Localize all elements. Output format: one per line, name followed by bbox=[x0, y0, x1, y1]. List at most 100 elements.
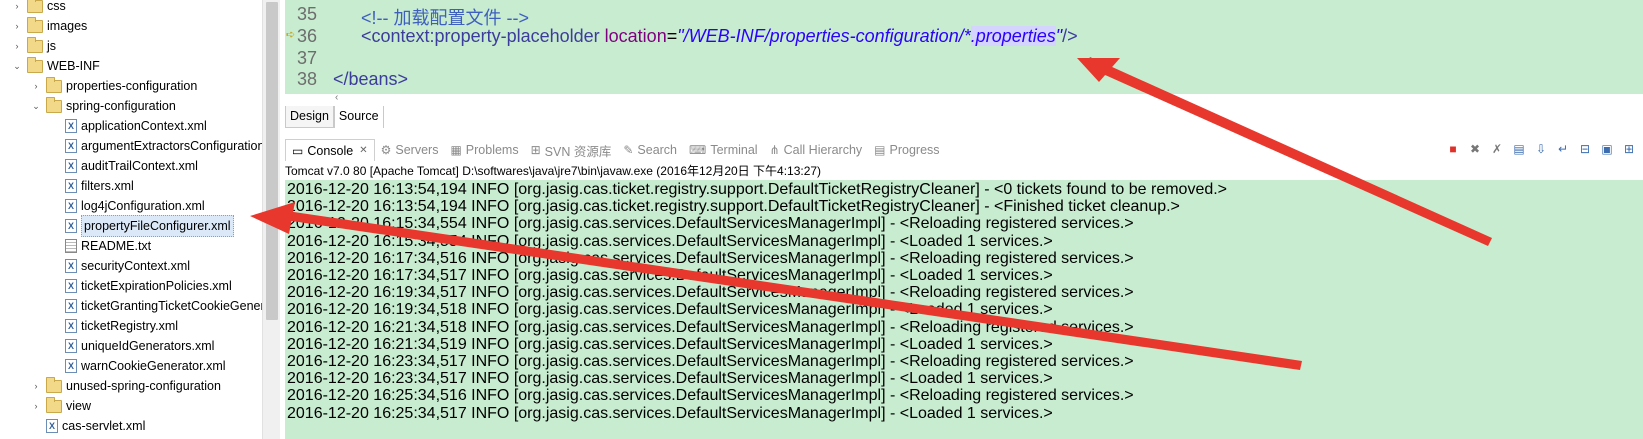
tree-file-item[interactable]: Xfilters.xml bbox=[48, 176, 134, 196]
tab-problems[interactable]: ▦ Problems bbox=[444, 139, 524, 161]
console-output[interactable]: 2016-12-20 16:13:54,194 INFO [org.jasig.… bbox=[285, 180, 1643, 439]
console-log-line: 2016-12-20 16:13:54,194 INFO [org.jasig.… bbox=[287, 198, 1180, 216]
tree-file-item[interactable]: Xlog4jConfiguration.xml bbox=[48, 196, 205, 216]
tree-item-label: propertyFileConfigurer.xml bbox=[81, 215, 234, 237]
console-log-line: 2016-12-20 16:23:34,517 INFO [org.jasig.… bbox=[287, 370, 1053, 388]
chevron-right-icon[interactable]: › bbox=[10, 16, 24, 36]
xml-file-icon: X bbox=[65, 159, 77, 173]
tree-folder-item[interactable]: › unused-spring-configuration bbox=[29, 376, 221, 396]
display-console-icon[interactable]: ▣ bbox=[1599, 141, 1615, 157]
clear-console-icon[interactable]: ▤ bbox=[1511, 141, 1527, 157]
tree-folder-item[interactable]: › css bbox=[10, 0, 66, 16]
xml-file-icon: X bbox=[65, 339, 77, 353]
line-number: 36 bbox=[297, 26, 318, 46]
scroll-left-icon[interactable]: ‹ bbox=[335, 92, 338, 103]
tree-file-item[interactable]: README.txt bbox=[48, 236, 151, 256]
tree-item-label: properties-configuration bbox=[66, 79, 198, 93]
close-icon[interactable]: ✕ bbox=[359, 145, 367, 156]
chevron-down-icon[interactable]: ⌄ bbox=[10, 56, 24, 76]
console-log-line: 2016-12-20 16:15:34,554 INFO [org.jasig.… bbox=[287, 232, 1053, 250]
tree-folder-item[interactable]: ⌄ WEB-INF bbox=[10, 56, 100, 76]
xml-file-icon: X bbox=[65, 299, 77, 313]
tree-item-label: filters.xml bbox=[81, 179, 134, 193]
progress-icon: ▤ bbox=[874, 143, 886, 157]
tree-scrollbar[interactable] bbox=[262, 0, 280, 439]
tree-file-item[interactable]: XticketRegistry.xml bbox=[48, 316, 178, 336]
console-icon: ▭ bbox=[292, 143, 304, 158]
xml-source-editor[interactable]: ➪ 35 <!-- 加载配置文件 --> 36 <context:propert… bbox=[285, 0, 1643, 94]
tree-file-item[interactable]: XpropertyFileConfigurer.xml bbox=[48, 215, 234, 237]
console-log-line: 2016-12-20 16:17:34,516 INFO [org.jasig.… bbox=[287, 249, 1134, 267]
tree-item-label: css bbox=[47, 0, 66, 13]
tab-source[interactable]: Source bbox=[333, 106, 384, 128]
console-log-line: 2016-12-20 16:25:34,517 INFO [org.jasig.… bbox=[287, 404, 1053, 422]
tree-folder-item[interactable]: › js bbox=[10, 36, 56, 56]
tree-item-label: ticketGrantingTicketCookieGenerator.xml bbox=[81, 299, 280, 313]
tree-folder-item[interactable]: › images bbox=[10, 16, 87, 36]
console-log-line: 2016-12-20 16:19:34,518 INFO [org.jasig.… bbox=[287, 301, 1053, 319]
tree-item-label: ticketExpirationPolicies.xml bbox=[81, 279, 232, 293]
folder-icon bbox=[46, 76, 62, 93]
view-tab-bar: ▭ Console ✕ ⚙ Servers ▦ Problems ⊞ SVN 资源库 ✎ S… bbox=[285, 139, 1643, 161]
tree-file-item[interactable]: XuniqueIdGenerators.xml bbox=[48, 336, 214, 356]
tree-item-label: log4jConfiguration.xml bbox=[81, 199, 205, 213]
tree-item-label: js bbox=[47, 39, 57, 53]
tab-terminal[interactable]: ⌨ Terminal bbox=[683, 139, 764, 161]
tree-file-item[interactable]: XwarnCookieGenerator.xml bbox=[48, 356, 226, 376]
tab-label: Servers bbox=[395, 143, 439, 157]
tab-call-hierarchy[interactable]: ⋔ Call Hierarchy bbox=[764, 139, 869, 161]
tree-item-label: ticketRegistry.xml bbox=[81, 319, 179, 333]
code-eq: = bbox=[666, 26, 678, 46]
folder-icon bbox=[27, 16, 43, 33]
tree-scrollbar-thumb[interactable] bbox=[266, 2, 278, 320]
tree-file-item[interactable]: XapplicationContext.xml bbox=[48, 116, 207, 136]
tab-progress[interactable]: ▤ Progress bbox=[868, 139, 945, 161]
tree-file-item[interactable]: XauditTrailContext.xml bbox=[48, 156, 198, 176]
xml-file-icon: X bbox=[65, 199, 77, 213]
tree-folder-item[interactable]: ⌄ spring-configuration bbox=[29, 96, 176, 116]
tab-servers[interactable]: ⚙ Servers bbox=[375, 139, 445, 161]
bookmark-arrow-icon: ➪ bbox=[286, 29, 296, 41]
code-tag: <context:property-placeholder bbox=[361, 26, 605, 46]
chevron-right-icon[interactable]: › bbox=[10, 0, 24, 16]
line-number: 35 bbox=[297, 4, 318, 24]
terminate-icon[interactable]: ■ bbox=[1445, 141, 1461, 157]
xml-file-icon: X bbox=[46, 419, 58, 433]
chevron-right-icon[interactable]: › bbox=[29, 76, 43, 96]
tab-svn[interactable]: ⊞ SVN 资源库 bbox=[525, 139, 618, 161]
chevron-down-icon[interactable]: ⌄ bbox=[29, 96, 43, 116]
scroll-lock-icon[interactable]: ⇩ bbox=[1533, 141, 1549, 157]
tab-label: Search bbox=[637, 143, 678, 157]
code-value-highlight: .properties bbox=[970, 26, 1056, 46]
tree-file-item[interactable]: XsecurityContext.xml bbox=[48, 256, 190, 276]
tab-search[interactable]: ✎ Search bbox=[617, 139, 683, 161]
tree-item-label: unused-spring-configuration bbox=[66, 379, 221, 393]
console-log-line: 2016-12-20 16:19:34,517 INFO [org.jasig.… bbox=[287, 284, 1134, 302]
console-log-line: 2016-12-20 16:21:34,518 INFO [org.jasig.… bbox=[287, 318, 1134, 336]
new-console-icon[interactable]: ⊞ bbox=[1621, 141, 1637, 157]
tab-console[interactable]: ▭ Console ✕ bbox=[285, 139, 375, 161]
tree-file-item[interactable]: XticketGrantingTicketCookieGenerator.xml bbox=[48, 296, 280, 316]
tree-file-item[interactable]: Xcas-servlet.xml bbox=[29, 416, 145, 436]
tree-file-item[interactable]: XargumentExtractorsConfiguration.xml bbox=[48, 136, 280, 156]
tree-item-label: cas-servlet.xml bbox=[62, 419, 146, 433]
folder-icon bbox=[46, 396, 62, 413]
tab-label: Terminal bbox=[710, 143, 758, 157]
folder-icon bbox=[46, 376, 62, 393]
tree-item-label: securityContext.xml bbox=[81, 259, 191, 273]
xml-file-icon: X bbox=[65, 259, 77, 273]
tree-item-label: view bbox=[66, 399, 92, 413]
chevron-right-icon[interactable]: › bbox=[10, 36, 24, 56]
tree-file-item[interactable]: XticketExpirationPolicies.xml bbox=[48, 276, 232, 296]
tree-folder-item[interactable]: › properties-configuration bbox=[29, 76, 197, 96]
xml-file-icon: X bbox=[65, 219, 77, 233]
xml-file-icon: X bbox=[65, 139, 77, 153]
pin-console-icon[interactable]: ⊟ bbox=[1577, 141, 1593, 157]
remove-all-icon[interactable]: ✗ bbox=[1489, 141, 1505, 157]
tab-design[interactable]: Design bbox=[285, 106, 334, 128]
remove-launch-icon[interactable]: ✖ bbox=[1467, 141, 1483, 157]
chevron-right-icon[interactable]: › bbox=[29, 376, 43, 396]
chevron-right-icon[interactable]: › bbox=[29, 396, 43, 416]
tree-folder-item[interactable]: › view bbox=[29, 396, 91, 416]
word-wrap-icon[interactable]: ↵ bbox=[1555, 141, 1571, 157]
